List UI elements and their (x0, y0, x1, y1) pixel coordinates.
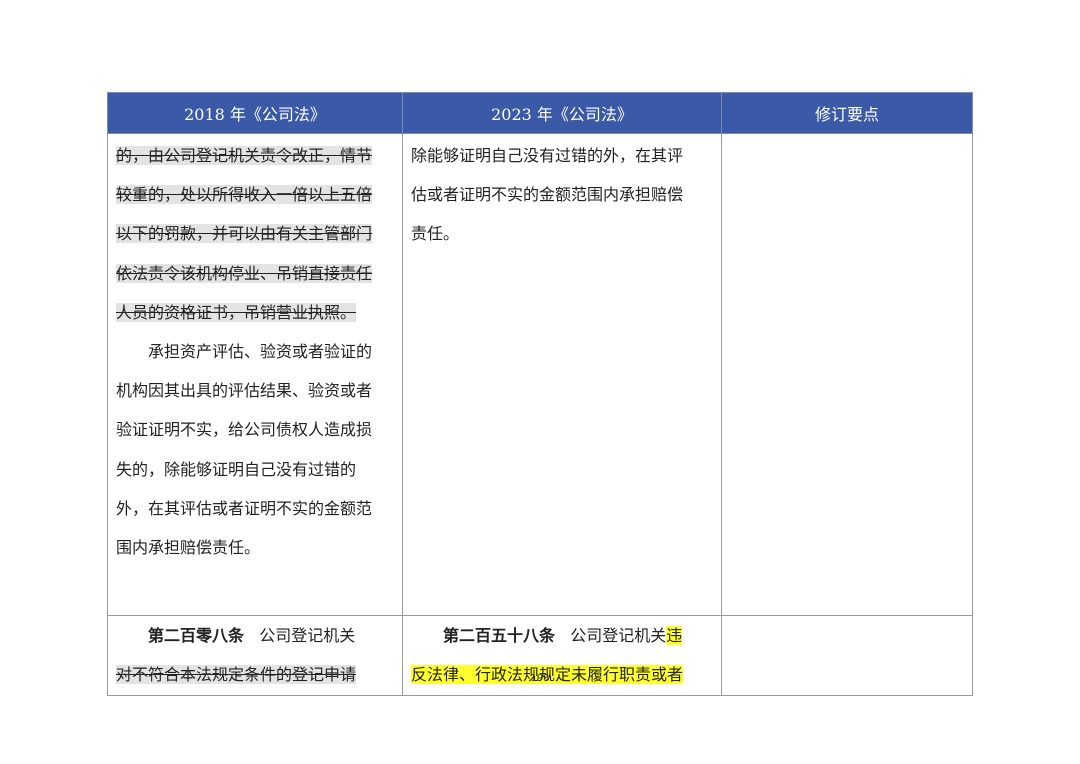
deleted-text: 人员的资格证书，吊销营业执照。 (116, 302, 357, 322)
header-2023-law: 2023 年《公司法》 (402, 92, 722, 134)
deleted-text: 较重的，处以所得收入一倍以上五倍 (116, 185, 373, 205)
article-text: 公司登记机关 (259, 626, 356, 645)
deleted-text: 依法责令该机构停业、吊销直接责任 (116, 263, 373, 283)
paragraph-line: 验证证明不实，给公司债权人造成损 (116, 420, 373, 440)
paragraph-line: 围内承担赔偿责任。 (116, 538, 261, 558)
paragraph-line: 估或者证明不实的金额范围内承担赔偿 (411, 185, 684, 205)
article-text: 公司登记机关 (570, 626, 667, 645)
cell-revision-points (721, 133, 973, 616)
deleted-text: 的，由公司登记机关责令改正，情节 (116, 146, 373, 165)
table-row: 的，由公司登记机关责令改正，情节 较重的，处以所得收入一倍以上五倍 以下的罚款，… (107, 133, 973, 616)
page-number: 198 (530, 673, 550, 684)
cell-2023-text: 除能够证明自己没有过错的外，在其评 估或者证明不实的金额范围内承担赔偿 责任。 (402, 133, 722, 616)
paragraph-line: 责任。 (411, 224, 460, 244)
document-page: 2018 年《公司法》 2023 年《公司法》 修订要点 的，由公司登记机关责令… (0, 0, 1080, 764)
header-2018-law: 2018 年《公司法》 (107, 92, 403, 134)
cell-2018-text: 的，由公司登记机关责令改正，情节 较重的，处以所得收入一倍以上五倍 以下的罚款，… (107, 133, 403, 616)
article-number: 第二百五十八条 (443, 626, 556, 645)
deleted-text: 以下的罚款，并可以由有关主管部门 (116, 224, 373, 244)
paragraph-line: 外，在其评估或者证明不实的金额范 (116, 498, 373, 518)
paragraph-line: 除能够证明自己没有过错的外，在其评 (411, 146, 684, 165)
table-header-row: 2018 年《公司法》 2023 年《公司法》 修订要点 (107, 92, 973, 134)
header-revision-points: 修订要点 (721, 92, 973, 134)
paragraph-line: 机构因其出具的评估结果、验资或者 (116, 381, 373, 401)
added-text-highlight: 违 (666, 626, 683, 645)
paragraph-line: 失的，除能够证明自己没有过错的 (116, 459, 357, 479)
article-number: 第二百零八条 (148, 626, 245, 645)
paragraph-line: 承担资产评估、验资或者验证的 (148, 342, 373, 362)
comparison-table: 2018 年《公司法》 2023 年《公司法》 修订要点 的，由公司登记机关责令… (107, 92, 973, 696)
